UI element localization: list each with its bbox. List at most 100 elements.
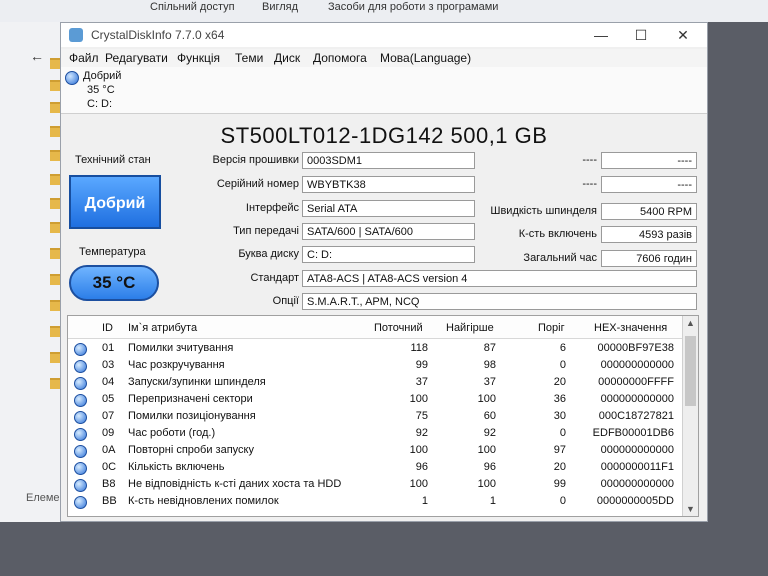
ribbon-share[interactable]: Спільний доступ <box>150 1 235 13</box>
table-row[interactable]: 03 Час розкручування 99 98 0 00000000000… <box>68 357 682 374</box>
rotation-rate-label: Швидкість шпинделя <box>490 205 597 217</box>
scroll-thumb[interactable] <box>685 336 696 406</box>
power-on-count-field: 4593 разів <box>601 226 697 243</box>
column-header-name[interactable]: Ім`я атрибута <box>128 322 197 334</box>
column-header-current[interactable]: Поточний <box>374 322 423 334</box>
attr-name: Кількість включень <box>128 461 225 473</box>
menu-themes[interactable]: Теми <box>235 51 263 65</box>
scroll-up-icon[interactable]: ▲ <box>686 318 695 328</box>
table-row[interactable]: 04 Запуски/зупинки шпинделя 37 37 20 000… <box>68 374 682 391</box>
temperature-label: Температура <box>79 246 146 258</box>
status-dot-icon <box>74 445 87 458</box>
attr-worst: 60 <box>483 410 496 422</box>
column-header-threshold[interactable]: Поріг <box>538 322 565 334</box>
status-dot-icon <box>74 411 87 424</box>
menu-edit[interactable]: Редагувати <box>105 51 168 65</box>
folder-icon <box>50 300 60 311</box>
attr-name: Не відповідність к-сті даних хоста та HD… <box>128 478 342 490</box>
table-row[interactable]: 01 Помилки зчитування 118 87 6 00000BF97… <box>68 340 682 357</box>
explorer-ribbon: Спільний доступ Вигляд Засоби для роботи… <box>0 0 768 22</box>
menu-help[interactable]: Допомога <box>313 51 367 65</box>
scroll-down-icon[interactable]: ▼ <box>686 504 695 514</box>
column-header-id[interactable]: ID <box>102 322 113 334</box>
attr-worst: 1 <box>489 495 496 507</box>
menu-function[interactable]: Функція <box>177 51 220 65</box>
attr-name: Помилки зчитування <box>128 342 234 354</box>
maximize-button[interactable]: ☐ <box>621 25 661 45</box>
attr-raw: EDFB00001DB6 <box>592 427 674 439</box>
status-dot-icon <box>74 377 87 390</box>
smart-attributes-table[interactable]: ID Ім`я атрибута Поточний Найгірше Поріг… <box>67 315 699 517</box>
table-row[interactable]: BB К-сть невідновлених помилок 1 1 0 000… <box>68 493 682 510</box>
attr-id: 05 <box>102 393 115 405</box>
menu-disk[interactable]: Диск <box>274 51 300 65</box>
disk-tab-letter: C: D: <box>87 98 113 110</box>
attr-threshold: 0 <box>559 495 566 507</box>
temperature-button[interactable]: 35 °C <box>69 265 159 301</box>
disk-tab[interactable]: Добрий 35 °C C: D: <box>61 67 141 113</box>
table-row[interactable]: 09 Час роботи (год.) 92 92 0 EDFB00001DB… <box>68 425 682 442</box>
attr-raw: 000C18727821 <box>598 410 674 422</box>
explorer-status-text: Елеме <box>26 492 60 504</box>
folder-icon <box>50 174 60 185</box>
attr-id: 0C <box>102 461 117 473</box>
menu-bar: Файл Редагувати Функція Теми Диск Допомо… <box>61 49 707 67</box>
rotation-rate-field: 5400 RPM <box>601 203 697 220</box>
attr-current: 100 <box>409 393 428 405</box>
table-header: ID Ім`я атрибута Поточний Найгірше Поріг… <box>68 316 682 339</box>
title-bar[interactable]: CrystalDiskInfo 7.7.0 x64 — ☐ ✕ <box>61 23 707 47</box>
attr-worst: 100 <box>477 444 496 456</box>
table-row[interactable]: 0A Повторні спроби запуску 100 100 97 00… <box>68 442 682 459</box>
attr-threshold: 36 <box>553 393 566 405</box>
attr-id: 09 <box>102 427 115 439</box>
table-row[interactable]: 07 Помилки позиціонування 75 60 30 000C1… <box>68 408 682 425</box>
attr-current: 1 <box>421 495 428 507</box>
table-row[interactable]: 05 Перепризначені сектори 100 100 36 000… <box>68 391 682 408</box>
ribbon-view[interactable]: Вигляд <box>262 1 298 13</box>
folder-icon <box>50 58 60 69</box>
attr-threshold: 20 <box>553 376 566 388</box>
serial-field: WBYBTK38 <box>302 176 475 193</box>
unused-label-1: ---- <box>582 154 597 166</box>
table-scrollbar[interactable]: ▲ ▼ <box>682 316 698 516</box>
status-dot-icon <box>74 394 87 407</box>
attr-raw: 0000000011F1 <box>600 461 674 473</box>
folder-icon <box>50 326 60 337</box>
power-on-hours-label: Загальний час <box>523 252 597 264</box>
attr-threshold: 97 <box>553 444 566 456</box>
folder-icon <box>50 150 60 161</box>
health-status-button[interactable]: Добрий <box>69 175 161 229</box>
attr-id: 0A <box>102 444 116 456</box>
window-title: CrystalDiskInfo 7.7.0 x64 <box>91 28 225 42</box>
interface-field: Serial ATA <box>302 200 475 217</box>
disk-tab-status: Добрий <box>83 70 122 82</box>
attr-name: Запуски/зупинки шпинделя <box>128 376 266 388</box>
table-row[interactable]: B8 Не відповідність к-сті даних хоста та… <box>68 476 682 493</box>
column-header-worst[interactable]: Найгірше <box>446 322 494 334</box>
attr-name: Повторні спроби запуску <box>128 444 254 456</box>
menu-file[interactable]: Файл <box>69 51 99 65</box>
disk-tab-strip: Добрий 35 °C C: D: <box>61 67 707 114</box>
attr-id: 01 <box>102 342 115 354</box>
unused-field-1: ---- <box>601 152 697 169</box>
folder-icon <box>50 274 60 285</box>
interface-label: Інтерфейс <box>245 202 299 214</box>
table-row[interactable]: 0C Кількість включень 96 96 20 000000001… <box>68 459 682 476</box>
status-dot-icon <box>74 360 87 373</box>
attr-name: Помилки позиціонування <box>128 410 256 422</box>
firmware-field: 0003SDM1 <box>302 152 475 169</box>
ribbon-app-tools[interactable]: Засоби для роботи з програмами <box>328 1 498 13</box>
close-button[interactable]: ✕ <box>663 25 703 45</box>
attr-raw: 000000000000 <box>600 444 674 456</box>
attr-worst: 96 <box>483 461 496 473</box>
attr-raw: 00000000FFFF <box>598 376 674 388</box>
menu-language[interactable]: Мова(Language) <box>380 51 471 65</box>
standard-label: Стандарт <box>250 272 299 284</box>
power-on-count-label: К-сть включень <box>518 228 597 240</box>
column-header-raw[interactable]: HEX-значення <box>594 322 667 334</box>
back-arrow-icon[interactable]: ← <box>30 48 44 64</box>
folder-icon <box>50 80 60 91</box>
minimize-button[interactable]: — <box>581 25 621 45</box>
standard-field: ATA8-ACS | ATA8-ACS version 4 <box>302 270 697 287</box>
attr-current: 100 <box>409 478 428 490</box>
